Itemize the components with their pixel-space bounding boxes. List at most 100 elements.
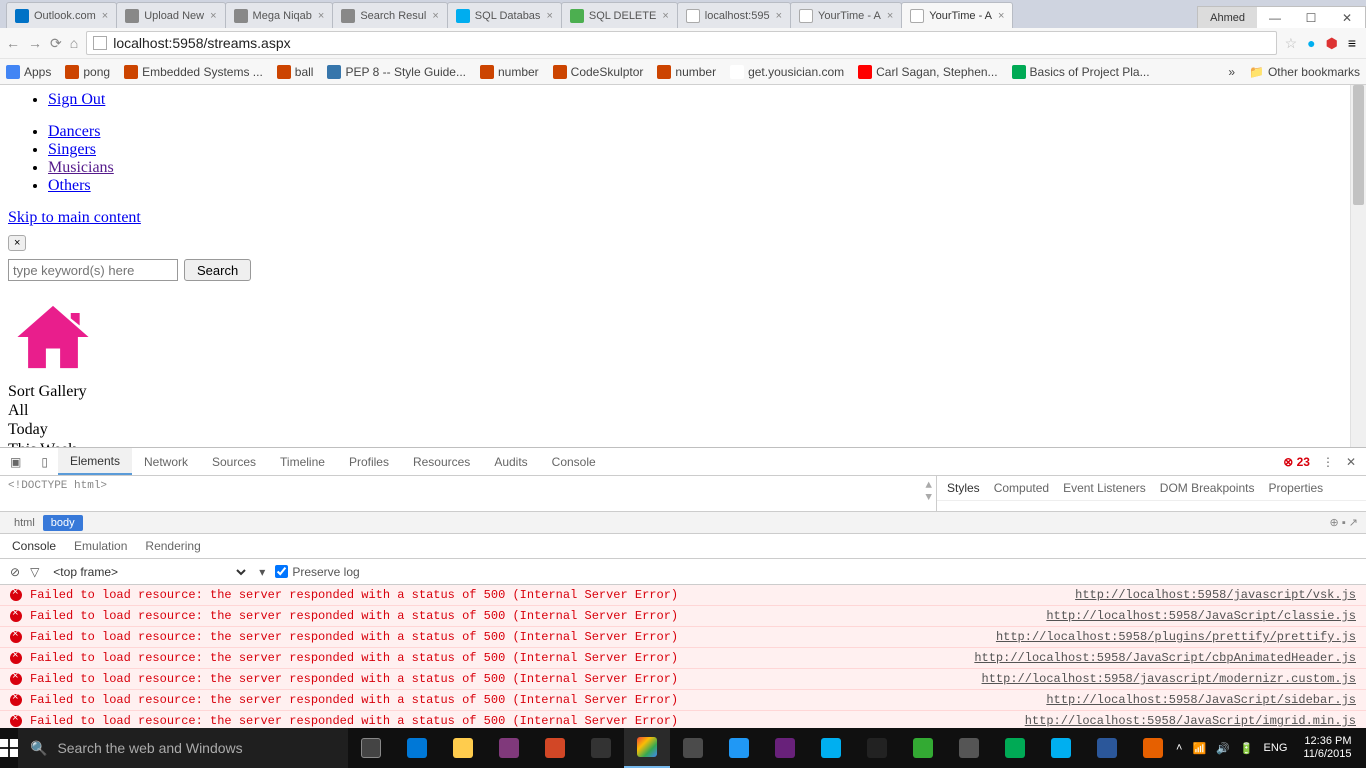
styles-tab[interactable]: Properties (1268, 481, 1323, 495)
link-dancers[interactable]: Dancers (48, 123, 100, 140)
brackets-icon[interactable] (716, 728, 762, 768)
devtools-tab-timeline[interactable]: Timeline (268, 448, 337, 475)
link-musicians[interactable]: Musicians (48, 159, 114, 176)
vs-icon[interactable] (762, 728, 808, 768)
console-drawer-tab[interactable]: Emulation (74, 539, 127, 553)
close-x-button[interactable]: × (8, 235, 26, 251)
error-source-link[interactable]: http://localhost:5958/javascript/vsk.js (1075, 588, 1356, 602)
maximize-button[interactable]: ☐ (1293, 11, 1329, 25)
skip-link[interactable]: Skip to main content (8, 209, 141, 226)
link-sign-out[interactable]: Sign Out (48, 91, 105, 108)
clock[interactable]: 12:36 PM 11/6/2015 (1297, 735, 1357, 761)
powerpoint-icon[interactable] (532, 728, 578, 768)
network-icon[interactable]: 📶 (1192, 742, 1206, 755)
taskbar-search[interactable]: 🔍 Search the web and Windows (18, 728, 348, 768)
browser-tab[interactable]: Mega Niqab× (225, 2, 334, 28)
firefox-icon[interactable] (1130, 728, 1176, 768)
browser-tab[interactable]: YourTime - A× (901, 2, 1013, 28)
minimize-button[interactable]: — (1257, 11, 1293, 25)
search-button[interactable]: Search (184, 259, 251, 281)
crumb-body[interactable]: body (43, 515, 83, 531)
sort-opt-all[interactable]: All (8, 401, 1358, 420)
close-window-button[interactable]: ✕ (1329, 11, 1365, 25)
close-tab-icon[interactable]: × (432, 10, 438, 22)
bookmark-item[interactable]: Carl Sagan, Stephen... (858, 65, 997, 79)
bookmark-item[interactable]: get.yousician.com (730, 65, 844, 79)
error-count[interactable]: ⊗ 23 (1283, 455, 1310, 469)
devtools-close-icon[interactable]: ✕ (1346, 455, 1356, 469)
close-tab-icon[interactable]: × (210, 10, 216, 22)
clear-console-icon[interactable]: ⊘ (10, 565, 20, 579)
task-view-icon[interactable] (348, 728, 394, 768)
error-source-link[interactable]: http://localhost:5958/JavaScript/sidebar… (1046, 693, 1356, 707)
skype-icon[interactable]: ● (1307, 35, 1315, 51)
devtools-menu-icon[interactable]: ⋮ (1322, 455, 1334, 469)
home-button[interactable]: ⌂ (70, 35, 78, 51)
styles-tab[interactable]: Computed (994, 481, 1049, 495)
url-input[interactable] (113, 35, 1269, 51)
browser-tab[interactable]: SQL Databas× (447, 2, 562, 28)
skype-taskbar-icon[interactable] (808, 728, 854, 768)
inspect-icon[interactable]: ▣ (0, 455, 31, 469)
browser-tab[interactable]: Upload New× (116, 2, 225, 28)
link-others[interactable]: Others (48, 177, 91, 194)
menu-icon[interactable]: ≡ (1348, 35, 1356, 51)
home-icon[interactable] (8, 281, 1358, 382)
preserve-log-checkbox[interactable]: Preserve log (275, 565, 359, 579)
start-button[interactable] (0, 728, 18, 768)
onenote-icon[interactable] (486, 728, 532, 768)
bookmark-item[interactable]: ball (277, 65, 314, 79)
devtools-tab-elements[interactable]: Elements (58, 448, 132, 475)
back-button[interactable]: ← (6, 35, 20, 51)
cometbird-icon[interactable] (992, 728, 1038, 768)
devtools-tab-sources[interactable]: Sources (200, 448, 268, 475)
close-tab-icon[interactable]: × (998, 10, 1004, 22)
browser-tab[interactable]: Outlook.com× (6, 2, 117, 28)
browser-tab[interactable]: YourTime - A× (790, 2, 902, 28)
bookmarks-overflow[interactable]: » (1228, 65, 1235, 79)
bookmark-star-icon[interactable]: ☆ (1285, 35, 1298, 52)
url-box[interactable] (86, 31, 1276, 55)
reload-button[interactable]: ⟳ (50, 35, 62, 52)
explorer-icon[interactable] (440, 728, 486, 768)
bookmark-item[interactable]: number (657, 65, 716, 79)
search-input[interactable] (8, 259, 178, 281)
styles-tab[interactable]: DOM Breakpoints (1160, 481, 1255, 495)
console-drawer-tab[interactable]: Rendering (145, 539, 200, 553)
elements-panel[interactable]: <!DOCTYPE html> ▲▼ (0, 476, 936, 511)
close-tab-icon[interactable]: × (318, 10, 324, 22)
cmd-icon[interactable] (854, 728, 900, 768)
error-source-link[interactable]: http://localhost:5958/JavaScript/classie… (1046, 609, 1356, 623)
filter-icon[interactable]: ▽ (30, 565, 39, 579)
tray-overflow-icon[interactable]: ˄ (1176, 742, 1182, 754)
devtools-tab-profiles[interactable]: Profiles (337, 448, 401, 475)
other-bookmarks[interactable]: 📁Other bookmarks (1249, 65, 1360, 79)
error-source-link[interactable]: http://localhost:5958/JavaScript/cbpAnim… (974, 651, 1356, 665)
console-drawer-tab[interactable]: Console (12, 539, 56, 553)
app2-icon[interactable] (946, 728, 992, 768)
bookmark-item[interactable]: Basics of Project Pla... (1012, 65, 1150, 79)
error-source-link[interactable]: http://localhost:5958/JavaScript/imgrid.… (1025, 714, 1356, 728)
apps-shortcut[interactable]: Apps (6, 65, 51, 79)
close-tab-icon[interactable]: × (546, 10, 552, 22)
close-tab-icon[interactable]: × (662, 10, 668, 22)
error-source-link[interactable]: http://localhost:5958/plugins/prettify/p… (996, 630, 1356, 644)
chrome-icon[interactable] (624, 728, 670, 768)
forward-button[interactable]: → (28, 35, 42, 51)
styles-tab[interactable]: Styles (947, 481, 980, 495)
browser-tab[interactable]: SQL DELETE× (561, 2, 678, 28)
battery-icon[interactable]: 🔋 (1240, 742, 1254, 755)
bookmark-item[interactable]: Embedded Systems ... (124, 65, 263, 79)
skype2-icon[interactable] (1038, 728, 1084, 768)
sort-opt-week[interactable]: This Week (8, 440, 1358, 447)
close-tab-icon[interactable]: × (776, 10, 782, 22)
sort-opt-today[interactable]: Today (8, 420, 1358, 439)
sublime-icon[interactable] (670, 728, 716, 768)
app-icon[interactable] (900, 728, 946, 768)
device-icon[interactable]: ▯ (31, 455, 58, 469)
frame-select[interactable]: <top frame> (49, 564, 249, 580)
browser-tab[interactable]: Search Resul× (332, 2, 447, 28)
devtools-tab-console[interactable]: Console (540, 448, 608, 475)
close-tab-icon[interactable]: × (102, 10, 108, 22)
bookmark-item[interactable]: pong (65, 65, 110, 79)
